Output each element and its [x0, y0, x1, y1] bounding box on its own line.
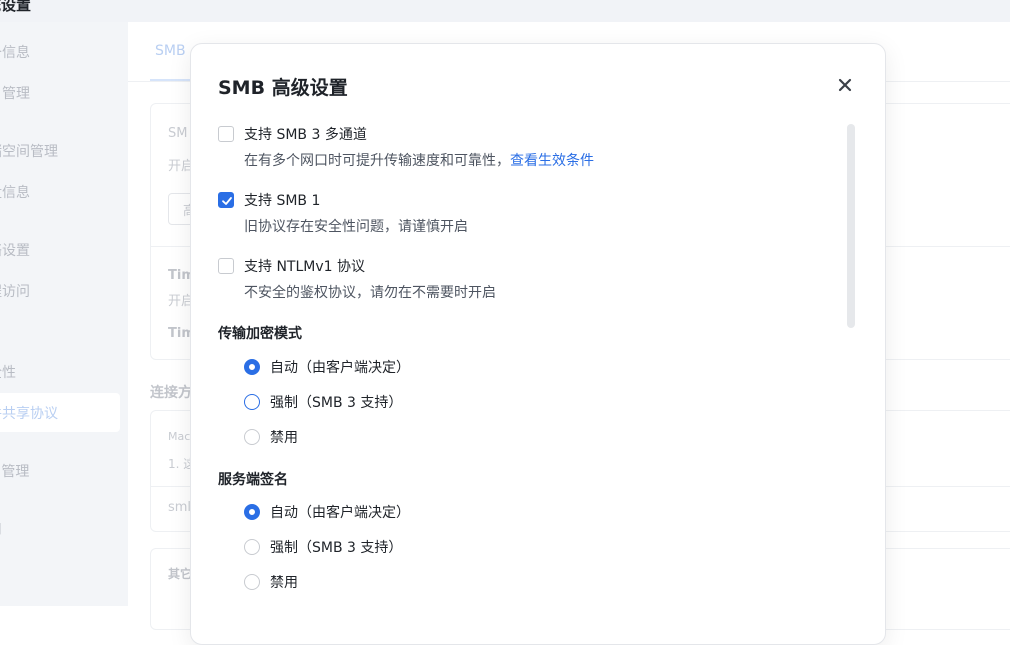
sidebar-item-user-management[interactable]: 户管理 [0, 83, 30, 103]
option-description: 不安全的鉴权协议，请勿在不需要时开启 [244, 285, 496, 301]
server-signing-title: 服务端签名 [218, 472, 288, 488]
encryption-mode-title: 传输加密模式 [218, 326, 302, 342]
radio-label: 自动（由客户端决定） [270, 360, 410, 376]
close-icon [838, 78, 852, 92]
close-button[interactable] [834, 74, 856, 96]
check-icon [222, 197, 232, 205]
radio-button[interactable] [244, 429, 260, 445]
radio-label: 强制（SMB 3 支持） [270, 540, 403, 556]
option-description: 在有多个网口时可提升传输速度和可靠性，查看生效条件 [244, 153, 594, 169]
radio-label: 禁用 [270, 575, 298, 591]
sidebar-item-device-info[interactable]: 备信息 [0, 42, 30, 62]
sidebar [0, 22, 128, 606]
other-section-title: 其它 [168, 567, 193, 581]
sidebar-item-disk-info[interactable]: 盘信息 [0, 182, 30, 202]
radio-button[interactable] [244, 504, 260, 520]
ntlmv1-checkbox[interactable] [218, 258, 234, 274]
sidebar-item-network-settings[interactable]: 络设置 [0, 240, 30, 260]
option-label: 支持 SMB 3 多通道 [244, 127, 367, 143]
dialog-title: SMB 高级设置 [218, 77, 348, 99]
sidebar-item-security[interactable]: 全性 [0, 362, 16, 382]
radio-label: 强制（SMB 3 支持） [270, 395, 403, 411]
sidebar-item-remote-access[interactable]: 程访问 [0, 281, 30, 301]
option-label: 支持 SMB 1 [244, 193, 321, 209]
radio-label: 禁用 [270, 430, 298, 446]
mac-label: Mac [168, 430, 191, 443]
radio-button[interactable] [244, 394, 260, 410]
sidebar-item-file-sharing[interactable]: 件共享协议 [0, 403, 58, 423]
connection-section-title: 连接方 [150, 385, 192, 401]
radio-button[interactable] [244, 359, 260, 375]
option-description: 旧协议存在安全性问题，请谨慎开启 [244, 219, 468, 235]
option-label: 支持 NTLMv1 协议 [244, 259, 365, 275]
sidebar-item-apps[interactable]: 用 [0, 519, 2, 539]
radio-button[interactable] [244, 574, 260, 590]
view-conditions-link[interactable]: 查看生效条件 [510, 153, 594, 169]
smb3-multichannel-checkbox[interactable] [218, 126, 234, 142]
smb-address: sml [168, 500, 192, 515]
top-bar: 统设置 [0, 0, 1010, 22]
tab-smb[interactable]: SMB [155, 43, 186, 59]
radio-button[interactable] [244, 539, 260, 555]
radio-label: 自动（由客户端决定） [270, 505, 410, 521]
smb-card-title: SM [168, 126, 188, 141]
smb1-checkbox[interactable] [218, 192, 234, 208]
page-title: 统设置 [0, 0, 32, 14]
sidebar-item-ups-management[interactable]: S 管理 [0, 461, 29, 481]
smb-advanced-settings-dialog: SMB 高级设置 支持 SMB 3 多通道 在有多个网口时可提升传输速度和可靠性… [190, 43, 886, 645]
sidebar-item-storage-management[interactable]: 储空间管理 [0, 141, 58, 161]
dialog-scrollbar[interactable] [847, 124, 855, 644]
scrollbar-thumb[interactable] [847, 124, 855, 328]
